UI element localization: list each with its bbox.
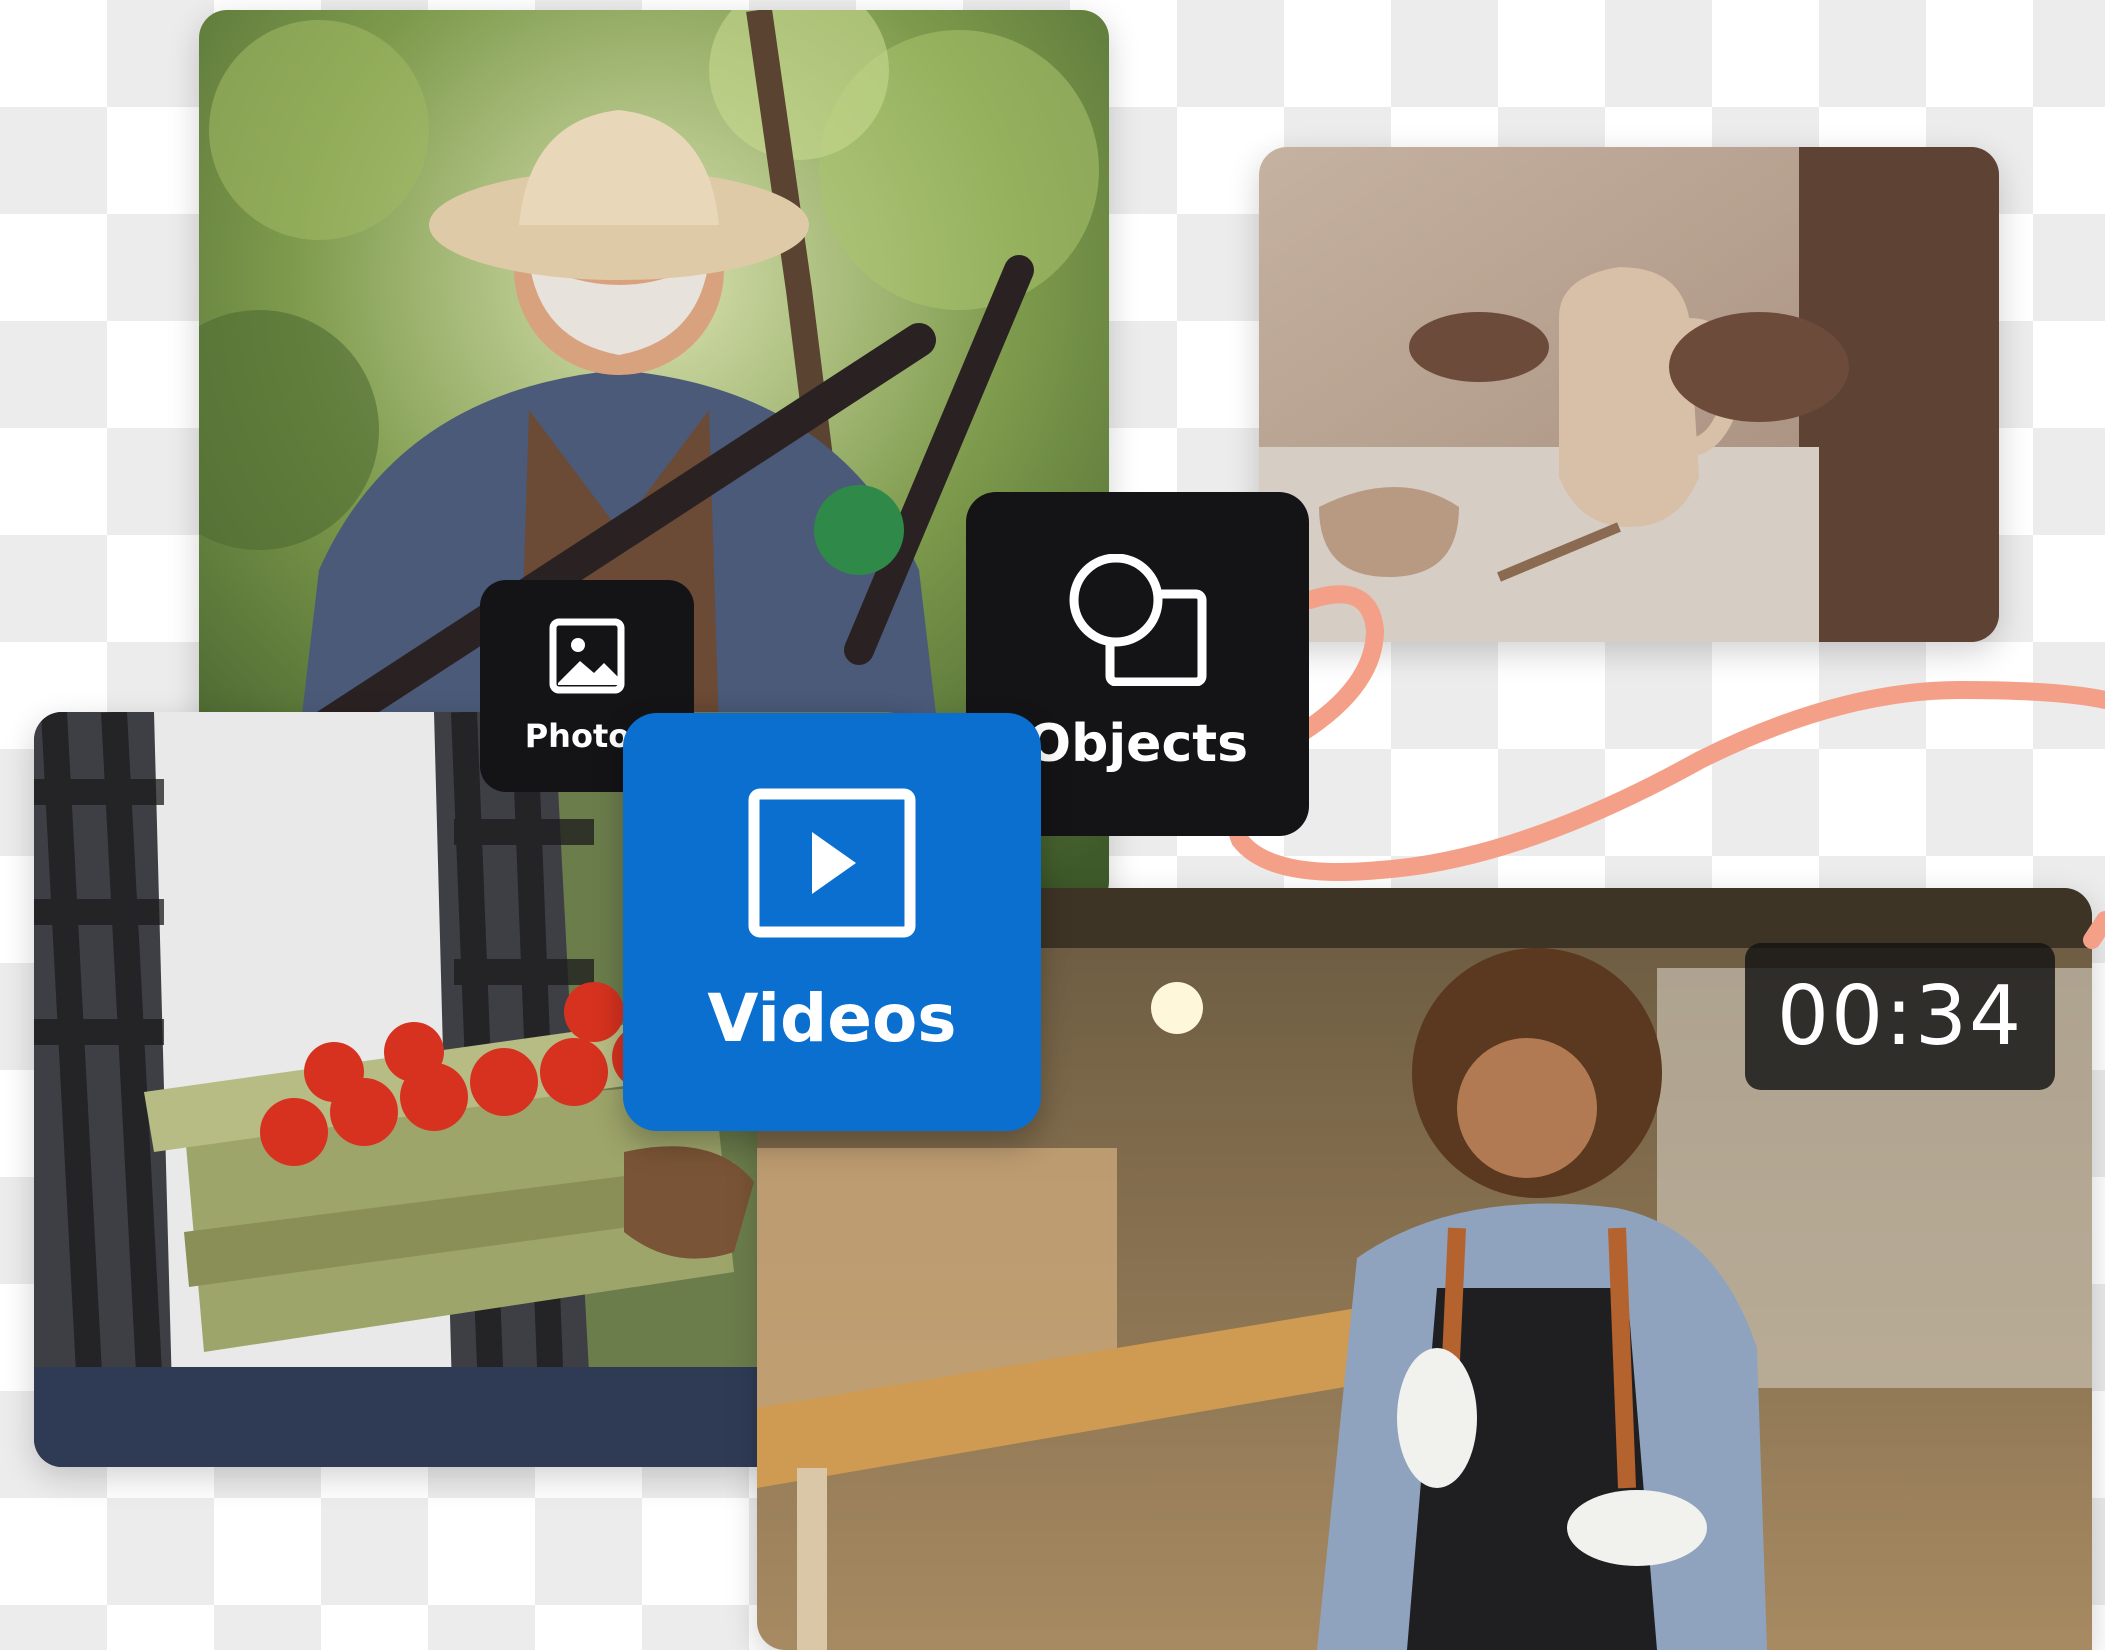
- shapes-icon: [1069, 554, 1206, 686]
- objects-chip-label: Objects: [1026, 714, 1249, 774]
- videos-chip[interactable]: Videos: [623, 713, 1041, 1131]
- play-icon: [748, 788, 916, 937]
- videos-chip-label: Videos: [707, 979, 957, 1057]
- image-icon: [549, 618, 625, 694]
